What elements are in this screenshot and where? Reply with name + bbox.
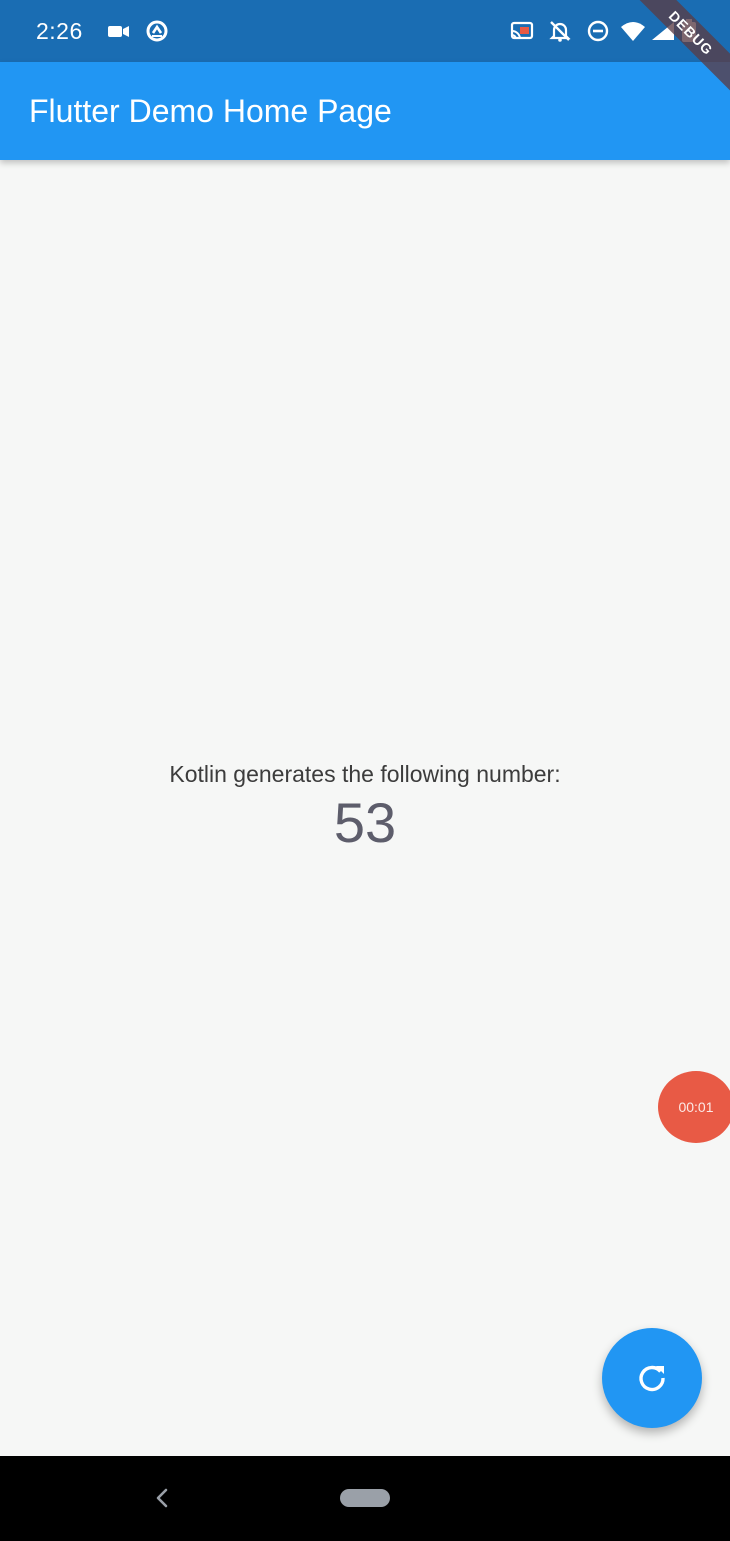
- refresh-icon: [636, 1362, 668, 1394]
- video-camera-icon: [105, 18, 131, 44]
- number-caption: Kotlin generates the following number:: [169, 761, 561, 787]
- status-time: 2:26: [36, 18, 83, 44]
- generated-number: 53: [333, 791, 397, 854]
- back-chevron-icon[interactable]: [152, 1485, 172, 1511]
- recording-timer-bubble[interactable]: 00:01: [658, 1071, 730, 1143]
- do-not-disturb-icon: [585, 18, 611, 44]
- cast-icon: [509, 18, 535, 44]
- main-content: Kotlin generates the following number: 5…: [0, 160, 730, 1456]
- bell-off-icon: [547, 18, 573, 44]
- page-title: Flutter Demo Home Page: [29, 93, 392, 129]
- wifi-icon: [620, 18, 646, 44]
- app-bar: Flutter Demo Home Page: [0, 62, 730, 160]
- sync-icon: [144, 18, 170, 44]
- refresh-button[interactable]: [602, 1328, 702, 1428]
- home-pill-icon[interactable]: [340, 1489, 390, 1507]
- status-bar: 2:26 DEBUG: [0, 0, 730, 96]
- navigation-bar: [0, 1456, 730, 1541]
